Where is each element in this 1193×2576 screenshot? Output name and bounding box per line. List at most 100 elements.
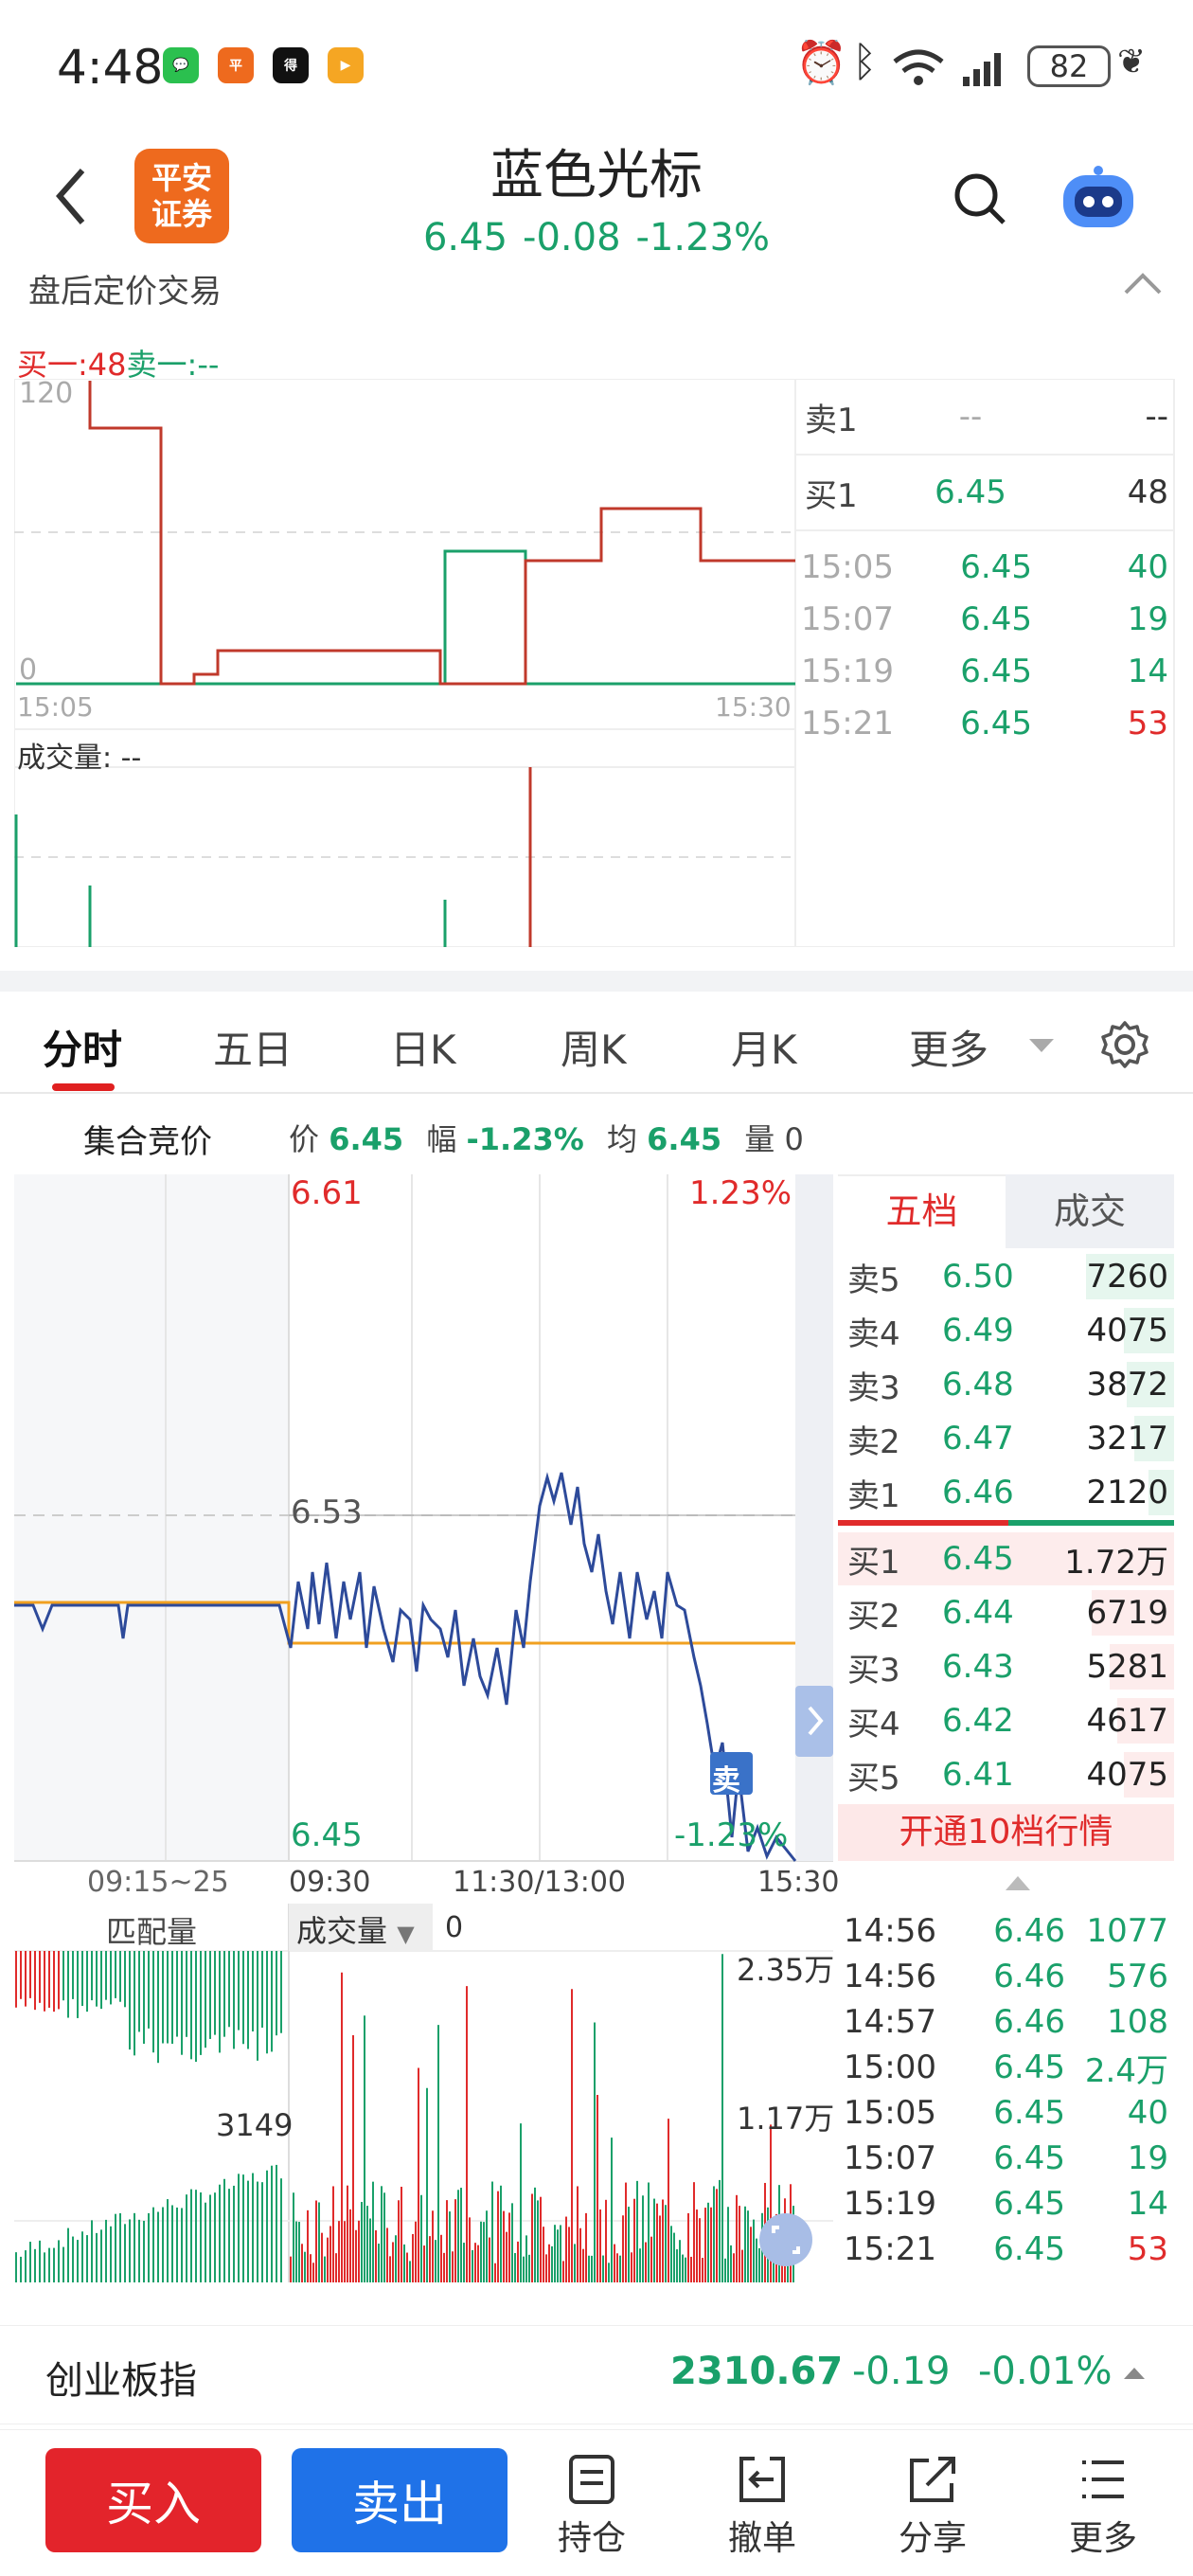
- index-name: 创业板指: [45, 2359, 197, 2403]
- cancel-order-button[interactable]: 撤单: [705, 2448, 819, 2560]
- more-button[interactable]: 更多: [1046, 2448, 1160, 2560]
- x-label-noon: 11:30/13:00: [453, 1866, 627, 1899]
- y-high-pct: 1.23%: [689, 1174, 792, 1212]
- expand-panel-button[interactable]: [795, 1686, 833, 1757]
- ah-book-vol: 48: [1127, 474, 1168, 511]
- depth-vol: 3217: [1086, 1420, 1168, 1458]
- search-icon[interactable]: [952, 170, 1008, 227]
- ah-book-price: 6.45: [935, 474, 1006, 511]
- info-vol-label: 量: [744, 1121, 775, 1157]
- depth-label: 卖2: [847, 1422, 900, 1461]
- depth-price: 6.47: [942, 1420, 1014, 1458]
- fullscreen-icon[interactable]: [759, 2213, 812, 2266]
- tick-row: 15:07 6.45 19: [838, 2136, 1174, 2181]
- match-volume-label: 匹配量: [106, 1914, 198, 1950]
- volume-dropdown-icon: ▼: [397, 1921, 415, 1947]
- menu-icon: [1082, 2460, 1124, 2498]
- tab-daily-k[interactable]: 日K: [390, 1018, 456, 1076]
- tab-trades[interactable]: 成交: [1006, 1174, 1174, 1248]
- depth-vol: 6719: [1086, 1594, 1168, 1632]
- tab-weekly-k[interactable]: 周K: [561, 1018, 627, 1076]
- tab-intraday[interactable]: 分时: [43, 1018, 122, 1076]
- status-bar: 4:48 💬 平 得 ▶ ⏰ ᛒ 82 ❦: [0, 0, 1193, 133]
- tick-row: 15:00 6.45 2.4万: [838, 2045, 1174, 2090]
- depth-price: 6.48: [942, 1366, 1014, 1404]
- ah-trade-row: 15:19 6.45 14: [795, 649, 1174, 694]
- tab-five-day[interactable]: 五日: [213, 1018, 293, 1076]
- current-price: 6.45: [422, 216, 508, 259]
- positions-icon: [569, 2455, 614, 2504]
- ah-trade-price: 6.45: [960, 653, 1032, 690]
- ask-row: 卖1 6.46 2120: [838, 1466, 1174, 1519]
- tick-time: 15:05: [844, 2094, 936, 2132]
- vol-axis-mid: 1.17万: [737, 2101, 835, 2137]
- depth-vol: 3872: [1086, 1366, 1168, 1404]
- depth-label: 买1: [847, 1543, 900, 1582]
- info-price-label: 价: [289, 1121, 320, 1157]
- ah-y-top: 120: [19, 377, 74, 410]
- sell-marker: 卖: [712, 1764, 740, 1798]
- info-avg: 6.45: [647, 1121, 722, 1157]
- price-change-pct: -1.23%: [635, 216, 771, 259]
- robot-assistant-icon[interactable]: [1056, 161, 1141, 237]
- index-bar[interactable]: 创业板指 2310.67 -0.19 -0.01%: [0, 2325, 1193, 2424]
- index-pct: -0.01%: [978, 2350, 1113, 2393]
- index-value: 2310.67: [670, 2350, 844, 2393]
- y-low: 6.45: [291, 1816, 363, 1854]
- ah-y-bottom: 0: [19, 653, 38, 687]
- open-10-level-button[interactable]: 开通10档行情: [838, 1804, 1174, 1861]
- tab-more[interactable]: 更多: [909, 1018, 988, 1076]
- ah-trade-vol: 53: [1127, 705, 1168, 742]
- ah-book-vol: --: [1145, 398, 1168, 436]
- tick-time: 14:56: [844, 1912, 936, 1950]
- sell-button[interactable]: 卖出: [292, 2448, 507, 2552]
- tab-monthly-k[interactable]: 月K: [731, 1018, 797, 1076]
- depth-label: 买3: [847, 1651, 900, 1690]
- depth-price: 6.46: [942, 1474, 1014, 1512]
- y-high: 6.61: [291, 1174, 363, 1212]
- ah-x-start: 15:05: [17, 691, 94, 723]
- ah-trade-vol: 19: [1127, 600, 1168, 638]
- dropdown-icon[interactable]: [1027, 1037, 1056, 1056]
- tick-vol: 1077: [1086, 1912, 1168, 1950]
- index-expand-icon[interactable]: [1122, 2364, 1147, 2383]
- buy-button[interactable]: 买入: [45, 2448, 261, 2552]
- chart-tabs: 分时 五日 日K 周K 月K 更多: [0, 994, 1193, 1094]
- alarm-icon: ⏰: [795, 39, 847, 87]
- tick-price: 6.45: [993, 2139, 1065, 2177]
- positions-button[interactable]: 持仓: [535, 2448, 649, 2560]
- settings-gear-icon[interactable]: [1100, 1020, 1149, 1069]
- depth-label: 买4: [847, 1705, 900, 1744]
- volume-type-dropdown[interactable]: 成交量 ▼: [289, 1904, 433, 1951]
- tick-price: 6.45: [993, 2230, 1065, 2268]
- depth-vol: 2120: [1086, 1474, 1168, 1512]
- ah-book-label: 买1: [805, 476, 858, 515]
- depth-price: 6.50: [942, 1258, 1014, 1296]
- ah-x-end: 15:30: [715, 691, 792, 723]
- tick-price: 6.46: [993, 2003, 1065, 2041]
- share-button[interactable]: 分享: [876, 2448, 989, 2560]
- up-arrow-icon[interactable]: [1004, 1873, 1032, 1892]
- ah-volume-label: 成交量:: [17, 742, 113, 775]
- vol-axis-top: 2.35万: [737, 1952, 835, 1988]
- tick-vol: 14: [1127, 2185, 1168, 2223]
- tick-time: 15:07: [844, 2139, 936, 2177]
- ah-trade-time: 15:05: [801, 548, 894, 586]
- ah-trade-time: 15:21: [801, 705, 894, 742]
- price-change: -0.08: [523, 216, 621, 259]
- tick-row: 15:21 6.45 53: [838, 2227, 1174, 2272]
- depth-vol: 5281: [1086, 1648, 1168, 1686]
- x-label-open: 09:30: [289, 1866, 371, 1899]
- ask-row: 卖4 6.49 4075: [838, 1304, 1174, 1357]
- share-label: 分享: [898, 2519, 967, 2558]
- collapse-icon[interactable]: [1122, 270, 1164, 298]
- ah-book-row: 卖1 -- --: [795, 384, 1174, 450]
- info-amp-label: 幅: [426, 1121, 457, 1157]
- tick-vol: 53: [1127, 2230, 1168, 2268]
- tab-order-book[interactable]: 五档: [838, 1174, 1006, 1248]
- ask-row: 卖3 6.48 3872: [838, 1358, 1174, 1411]
- depth-price: 6.43: [942, 1648, 1014, 1686]
- stock-name: 蓝色光标: [490, 145, 703, 206]
- tick-price: 6.46: [993, 1958, 1065, 1995]
- ah-trade-price: 6.45: [960, 705, 1032, 742]
